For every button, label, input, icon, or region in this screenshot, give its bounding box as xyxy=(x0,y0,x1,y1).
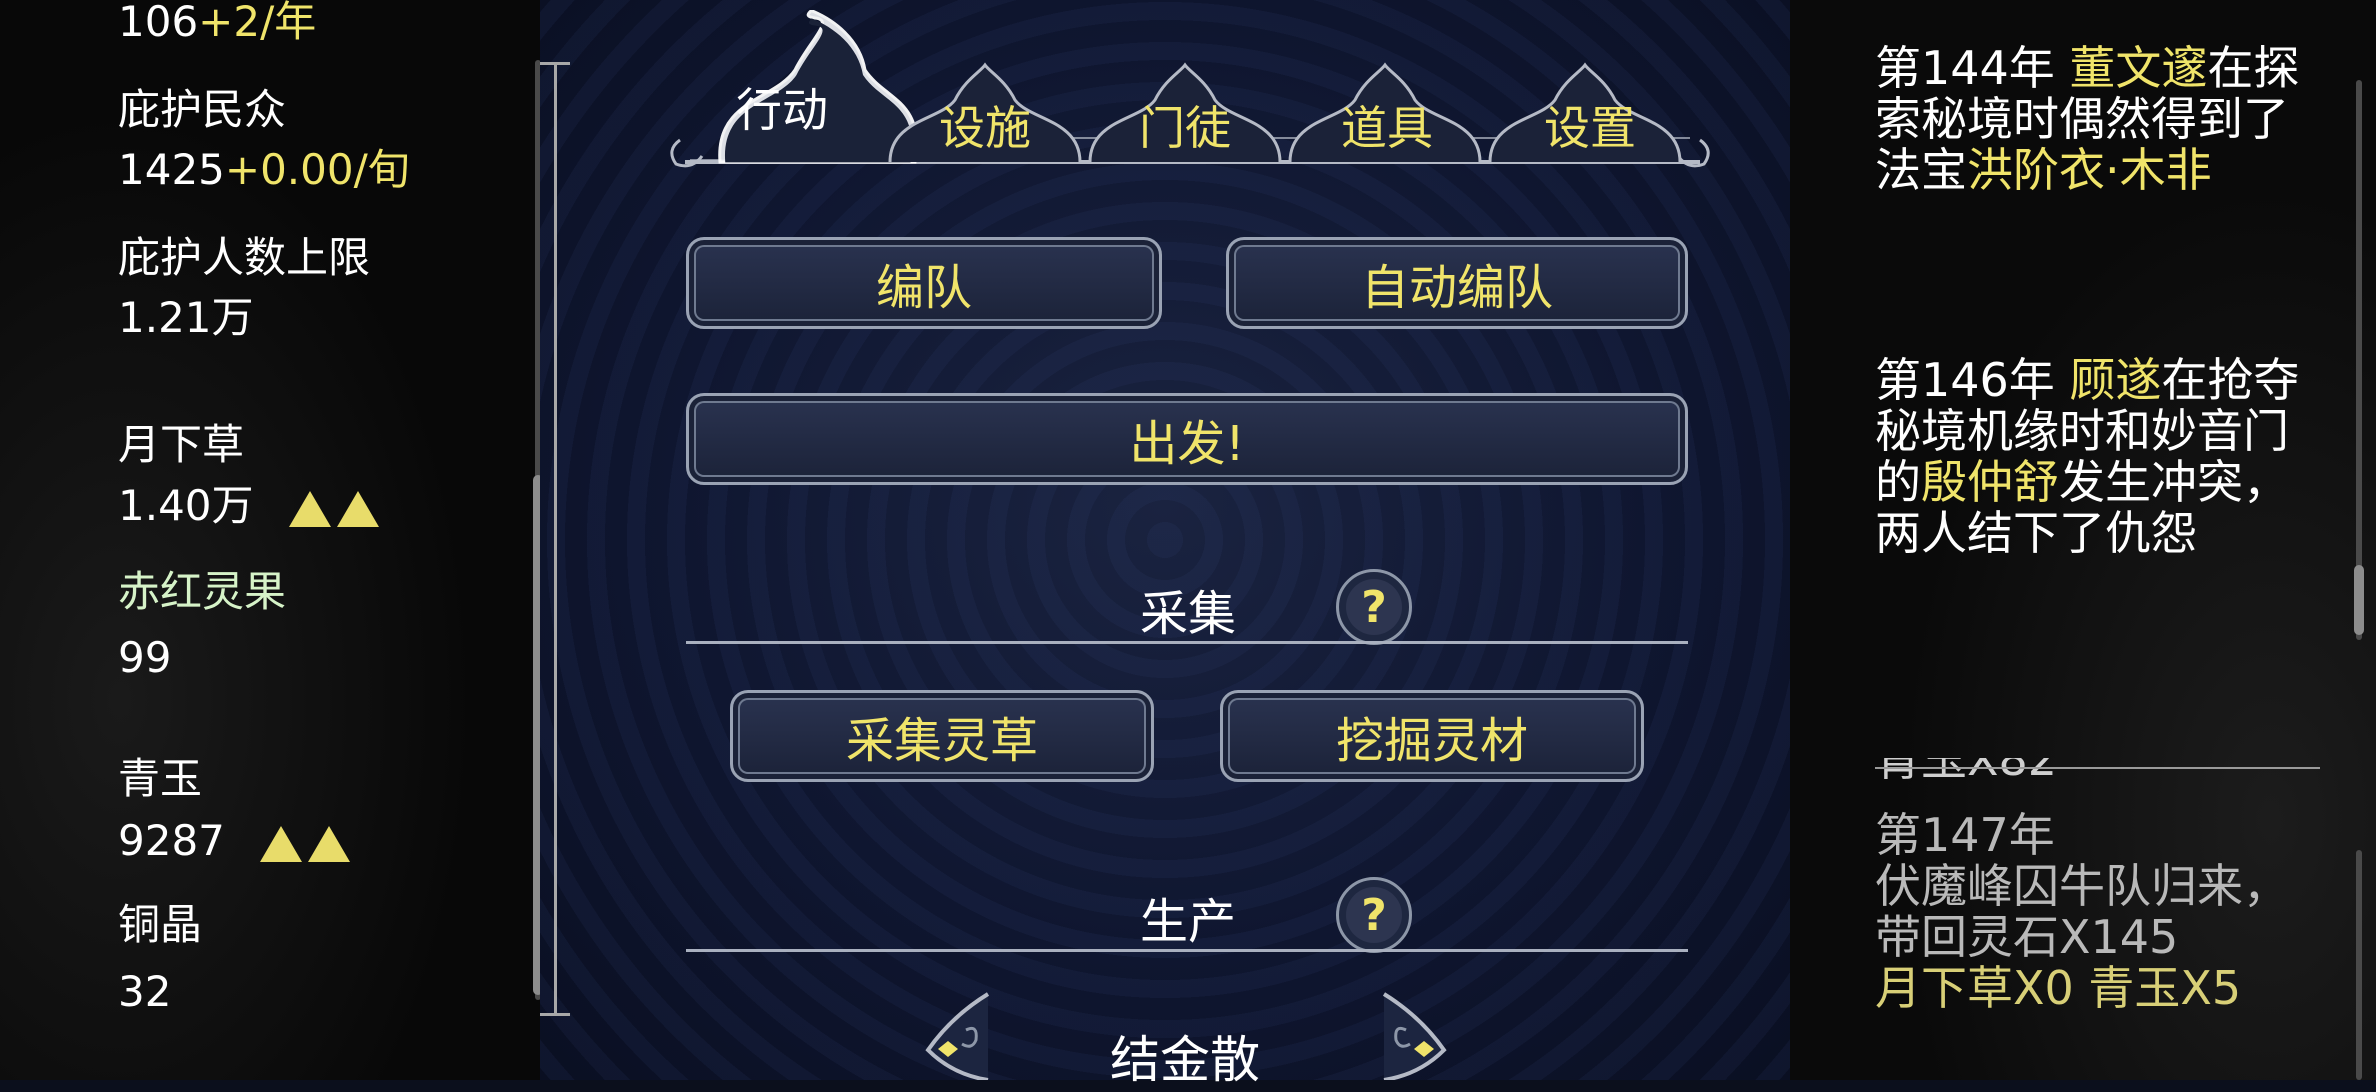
recipe-name: 结金散 xyxy=(1110,1031,1260,1089)
left-frame-rail xyxy=(554,62,557,1015)
up-arrow-icon xyxy=(336,490,379,527)
frame-cap xyxy=(540,1013,570,1016)
up-arrow-icon xyxy=(260,825,303,862)
protect-people-value: 1425+0.00/旬 xyxy=(118,144,410,196)
tab-facilities[interactable]: 设施 xyxy=(915,92,1055,158)
log-item: 洪阶衣·木非 xyxy=(1967,143,2212,197)
up-arrow-icon xyxy=(308,825,351,862)
dig-materials-label: 挖掘灵材 xyxy=(1335,713,1528,769)
next-arrow-icon[interactable] xyxy=(1378,990,1450,1080)
log-entry: 第147年 伏魔峰囚牛队归来，带回灵石X145 月下草X0 青玉X5 xyxy=(1875,810,2315,1014)
dig-materials-button[interactable]: 挖掘灵材 xyxy=(1220,690,1644,782)
produce-help-button[interactable]: ? xyxy=(1336,877,1412,953)
log-person: 殷仲舒 xyxy=(1921,455,2059,509)
log-scrollbar-track-lower[interactable] xyxy=(2356,850,2362,1080)
log-cut-line: 青玉X82 xyxy=(1875,758,2315,782)
copper-value: 32 xyxy=(118,967,172,1016)
log-year: 第146年 xyxy=(1875,353,2070,407)
team-button[interactable]: 编队 xyxy=(686,237,1162,329)
gather-herbs-label: 采集灵草 xyxy=(845,713,1038,769)
tab-settings[interactable]: 设置 xyxy=(1520,92,1660,158)
growth-rate: +2/年 xyxy=(198,0,317,46)
protect-people-count: 1425 xyxy=(118,145,225,194)
jade-value-row: 9287 xyxy=(118,815,351,867)
produce-divider xyxy=(686,949,1688,952)
jade-value: 9287 xyxy=(118,816,225,865)
protect-people-label: 庇护民众 xyxy=(118,85,287,134)
herb-value: 1.40万 xyxy=(118,481,254,530)
protect-people-rate: +0.00/旬 xyxy=(224,145,410,194)
depart-button[interactable]: 出发! xyxy=(686,393,1688,485)
gather-section-title: 采集 xyxy=(1139,586,1236,642)
help-icon: ? xyxy=(1346,887,1402,943)
gather-herbs-button[interactable]: 采集灵草 xyxy=(730,690,1154,782)
tab-action[interactable]: 行动 xyxy=(712,74,852,140)
growth-stat: 106+2/年 xyxy=(118,0,316,48)
copper-label: 铜晶 xyxy=(118,900,203,949)
fruit-value: 99 xyxy=(118,633,172,682)
help-icon: ? xyxy=(1346,579,1402,635)
log-scrollbar-track[interactable] xyxy=(2356,80,2362,640)
herb-label: 月下草 xyxy=(118,420,245,469)
auto-team-button[interactable]: 自动编队 xyxy=(1226,237,1688,329)
protect-limit-value: 1.21万 xyxy=(118,293,254,342)
team-button-label: 编队 xyxy=(875,260,972,316)
resource-panel[interactable]: 106+2/年 庇护民众 1425+0.00/旬 庇护人数上限 1.21万 月下… xyxy=(0,0,543,1080)
gather-divider xyxy=(686,641,1688,644)
log-text: 月下草X0 青玉X5 xyxy=(1875,961,2242,1015)
log-person: 顾遂 xyxy=(2069,353,2162,407)
produce-section-title: 生产 xyxy=(1139,894,1236,950)
fruit-label: 赤红灵果 xyxy=(118,567,287,616)
auto-team-button-label: 自动编队 xyxy=(1360,260,1553,316)
tab-disciples[interactable]: 门徒 xyxy=(1115,92,1255,158)
log-scrollbar-thumb[interactable] xyxy=(2354,565,2364,635)
prev-arrow-icon[interactable] xyxy=(922,990,994,1080)
frame-cap xyxy=(540,62,570,65)
growth-base: 106 xyxy=(118,0,199,46)
tab-items[interactable]: 道具 xyxy=(1317,92,1457,158)
up-arrow-icon xyxy=(288,490,331,527)
log-cut-line-wrap: 青玉X82 xyxy=(1875,758,2315,784)
log-year: 第144年 xyxy=(1875,41,2070,95)
protect-limit-label: 庇护人数上限 xyxy=(118,233,371,282)
depart-button-label: 出发! xyxy=(1129,416,1245,472)
log-year: 第147年 xyxy=(1875,808,2055,862)
gather-help-button[interactable]: ? xyxy=(1336,569,1412,645)
log-entry: 第144年 董文邃在探索秘境时偶然得到了法宝洪阶衣·木非 xyxy=(1875,43,2315,196)
log-separator xyxy=(1875,767,2320,769)
herb-value-row: 1.40万 xyxy=(118,480,379,532)
log-person: 董文邃 xyxy=(2069,41,2208,95)
jade-label: 青玉 xyxy=(118,754,203,803)
log-text: 伏魔峰囚牛队归来，带回灵石X145 xyxy=(1875,859,2289,964)
log-entry: 第146年 顾遂在抢夺秘境机缘时和妙音门的殷仲舒发生冲突，两人结下了仇怨 xyxy=(1875,355,2315,559)
